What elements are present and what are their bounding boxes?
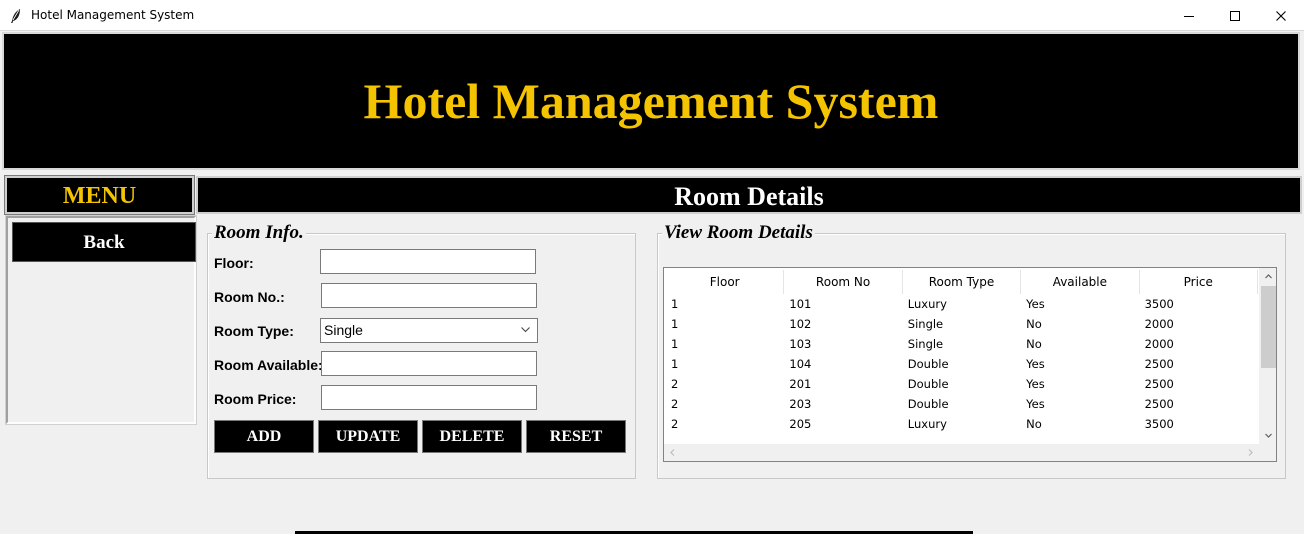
cell-room-no: 103 xyxy=(789,337,812,351)
close-button[interactable] xyxy=(1258,0,1304,31)
column-header-room-no[interactable]: Room No xyxy=(784,270,903,294)
cell-floor: 1 xyxy=(671,297,679,311)
cell-price: 2500 xyxy=(1144,397,1174,411)
scroll-right-icon xyxy=(1248,449,1253,456)
menu-header: MENU xyxy=(4,175,195,215)
cell-available: Yes xyxy=(1026,377,1045,391)
room-type-label: Room Type: xyxy=(214,323,294,339)
delete-button[interactable]: DELETE xyxy=(422,420,522,453)
scrollbar-corner xyxy=(1259,444,1276,461)
table-viewport: Floor Room No Room Type Available Price … xyxy=(666,270,1258,442)
section-title: Room Details xyxy=(674,182,824,211)
room-details-table[interactable]: Floor Room No Room Type Available Price … xyxy=(663,267,1277,462)
scroll-up-icon xyxy=(1265,274,1272,279)
room-price-field[interactable] xyxy=(321,385,537,410)
table-header-row: Floor Room No Room Type Available Price xyxy=(666,270,1258,294)
banner-title: Hotel Management System xyxy=(363,73,939,129)
cell-room-type: Single xyxy=(907,317,944,331)
cell-floor: 2 xyxy=(671,397,679,411)
column-header-price[interactable]: Price xyxy=(1139,270,1258,294)
room-type-select[interactable]: Single xyxy=(320,318,538,343)
scroll-up-button[interactable] xyxy=(1260,268,1277,285)
cell-floor: 1 xyxy=(671,337,679,351)
room-price-label: Room Price: xyxy=(214,391,297,407)
minimize-icon xyxy=(1184,15,1194,17)
menu-panel: Back xyxy=(5,215,197,425)
cell-floor: 2 xyxy=(671,417,679,431)
back-button[interactable]: Back xyxy=(12,222,196,262)
scroll-left-icon xyxy=(670,449,675,456)
minimize-button[interactable] xyxy=(1166,0,1212,31)
cell-price: 2500 xyxy=(1144,357,1174,371)
scroll-left-button[interactable] xyxy=(664,444,681,461)
room-available-label: Room Available: xyxy=(214,357,323,373)
scroll-right-button[interactable] xyxy=(1242,444,1259,461)
cell-room-no: 102 xyxy=(789,317,812,331)
cell-room-type: Double xyxy=(907,397,949,411)
table-row[interactable]: 1 101 Luxury Yes 3500 xyxy=(666,294,1258,314)
reset-button[interactable]: RESET xyxy=(526,420,626,453)
cell-floor: 2 xyxy=(671,377,679,391)
scroll-down-icon xyxy=(1265,433,1272,438)
cell-price: 3500 xyxy=(1144,417,1174,431)
section-header: Room Details xyxy=(196,176,1302,214)
room-info-legend: Room Info. xyxy=(212,222,306,244)
column-header-room-type[interactable]: Room Type xyxy=(902,270,1022,294)
cell-room-type: Luxury xyxy=(907,417,947,431)
cell-room-type: Luxury xyxy=(907,297,947,311)
cell-available: Yes xyxy=(1026,357,1045,371)
maximize-button[interactable] xyxy=(1212,0,1258,31)
vertical-scrollbar[interactable] xyxy=(1259,268,1276,444)
app-feather-icon xyxy=(11,9,20,23)
column-header-floor[interactable]: Floor xyxy=(666,270,785,294)
cell-room-no: 101 xyxy=(789,297,812,311)
maximize-icon xyxy=(1230,10,1240,21)
table-row[interactable]: 1 103 Single No 2000 xyxy=(666,334,1258,354)
header-banner: Hotel Management System xyxy=(2,32,1300,170)
room-type-value: Single xyxy=(324,322,363,338)
scroll-down-button[interactable] xyxy=(1260,427,1277,444)
window-titlebar: Hotel Management System xyxy=(0,0,1304,31)
cell-room-no: 104 xyxy=(789,357,812,371)
close-icon xyxy=(1276,10,1286,21)
update-button[interactable]: UPDATE xyxy=(318,420,418,453)
column-header-available[interactable]: Available xyxy=(1021,270,1140,294)
cell-available: No xyxy=(1026,337,1042,351)
cell-room-type: Double xyxy=(907,377,949,391)
table-row[interactable]: 2 205 Luxury No 3500 xyxy=(666,414,1258,434)
window-title: Hotel Management System xyxy=(31,8,195,22)
cell-available: Yes xyxy=(1026,397,1045,411)
horizontal-scrollbar[interactable] xyxy=(664,444,1259,461)
table-row[interactable]: 2 201 Double Yes 2500 xyxy=(666,374,1258,394)
cell-floor: 1 xyxy=(671,317,679,331)
table-body: 1 101 Luxury Yes 3500 1 102 Single No 20… xyxy=(666,294,1258,434)
chevron-down-icon xyxy=(521,327,530,333)
room-no-label: Room No.: xyxy=(214,289,285,305)
cell-available: Yes xyxy=(1026,297,1045,311)
table-row[interactable]: 2 203 Double Yes 2500 xyxy=(666,394,1258,414)
table-row[interactable]: 1 104 Double Yes 2500 xyxy=(666,354,1258,374)
cell-price: 3500 xyxy=(1144,297,1174,311)
floor-field[interactable] xyxy=(320,249,536,274)
cell-price: 2000 xyxy=(1144,337,1174,351)
cell-room-type: Double xyxy=(907,357,949,371)
cell-room-no: 205 xyxy=(789,417,812,431)
cell-available: No xyxy=(1026,417,1042,431)
cell-price: 2500 xyxy=(1144,377,1174,391)
cell-floor: 1 xyxy=(671,357,679,371)
add-button[interactable]: ADD xyxy=(214,420,314,453)
cell-room-no: 203 xyxy=(789,397,812,411)
table-row[interactable]: 1 102 Single No 2000 xyxy=(666,314,1258,334)
view-room-legend: View Room Details xyxy=(662,222,815,244)
room-no-field[interactable] xyxy=(321,283,537,308)
cell-room-no: 201 xyxy=(789,377,812,391)
cell-room-type: Single xyxy=(907,337,944,351)
menu-title: MENU xyxy=(62,183,137,209)
vertical-scroll-thumb[interactable] xyxy=(1261,286,1276,368)
room-available-field[interactable] xyxy=(321,351,537,376)
cell-price: 2000 xyxy=(1144,317,1174,331)
floor-label: Floor: xyxy=(214,255,254,271)
cell-available: No xyxy=(1026,317,1042,331)
